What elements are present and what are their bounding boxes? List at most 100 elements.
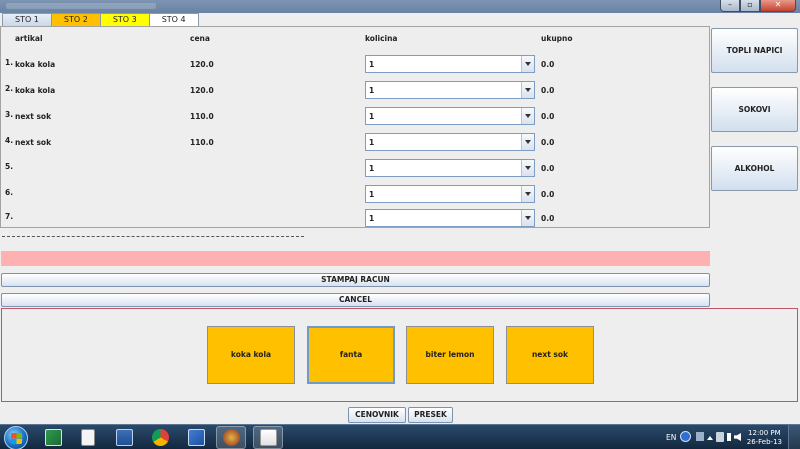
windows-logo-icon	[11, 433, 22, 444]
status-bar	[1, 251, 710, 266]
table-row: 4. next sok 110.0 1 0.0	[1, 131, 709, 151]
taskbar-java-app[interactable]	[253, 426, 283, 449]
chevron-down-icon[interactable]	[521, 160, 534, 176]
row-item: next sok	[15, 112, 52, 121]
header-total: ukupno	[541, 34, 573, 43]
excel-icon	[44, 429, 62, 446]
header-quantity: kolicina	[365, 34, 398, 43]
chevron-down-icon[interactable]	[521, 210, 534, 226]
language-indicator[interactable]: EN	[666, 433, 676, 449]
category-alcohol-button[interactable]: ALKOHOL	[711, 146, 798, 191]
products-panel: koka kola fanta biter lemon next sok	[1, 308, 798, 402]
row-number: 1.	[5, 58, 14, 67]
help-icon[interactable]	[680, 431, 691, 442]
table-row: 6. 1 0.0	[1, 183, 709, 203]
taskbar-word[interactable]	[181, 426, 211, 449]
row-number: 2.	[5, 84, 14, 93]
maximize-button[interactable]: ▫	[740, 0, 760, 12]
table-row: 3. next sok 110.0 1 0.0	[1, 105, 709, 125]
row-total: 0.0	[541, 214, 555, 223]
taskbar-file-viewer[interactable]	[73, 426, 103, 449]
quantity-dropdown[interactable]: 1	[365, 209, 535, 227]
chevron-down-icon[interactable]	[521, 134, 534, 150]
header-item: artikal	[15, 34, 43, 43]
row-item: next sok	[15, 138, 52, 147]
window-title-bar: – ▫ ✕	[0, 0, 800, 13]
chevron-down-icon[interactable]	[521, 108, 534, 124]
category-juices-button[interactable]: SOKOVI	[711, 87, 798, 132]
chevron-up-icon[interactable]	[707, 436, 713, 440]
row-total: 0.0	[541, 138, 555, 147]
print-receipt-button[interactable]: STAMPAJ RACUN	[1, 273, 710, 287]
price-list-button[interactable]: CENOVNIK	[348, 407, 406, 423]
row-price: 120.0	[190, 60, 214, 69]
chrome-icon	[151, 429, 169, 446]
tab-sto-4[interactable]: STO 4	[148, 13, 199, 26]
quantity-dropdown[interactable]: 1	[365, 159, 535, 177]
row-total: 0.0	[541, 112, 555, 121]
product-biter-lemon-button[interactable]: biter lemon	[406, 326, 494, 384]
quantity-dropdown[interactable]: 1	[365, 107, 535, 125]
row-total: 0.0	[541, 60, 555, 69]
taskbar-excel[interactable]	[38, 426, 68, 449]
row-price: 110.0	[190, 138, 214, 147]
floppy-disk-icon	[115, 429, 133, 446]
quantity-value: 1	[369, 214, 375, 223]
row-number: 6.	[5, 188, 14, 197]
cut-report-button[interactable]: PRESEK	[408, 407, 453, 423]
keyboard-icon[interactable]	[696, 432, 704, 441]
clock-date: 26-Feb-13	[746, 438, 782, 446]
start-button[interactable]	[4, 426, 28, 449]
cancel-button[interactable]: CANCEL	[1, 293, 710, 307]
show-desktop-button[interactable]	[788, 425, 800, 449]
product-next-sok-button[interactable]: next sok	[506, 326, 594, 384]
chevron-down-icon[interactable]	[521, 82, 534, 98]
java-icon	[259, 429, 277, 446]
flag-icon[interactable]	[716, 432, 724, 442]
row-item: koka kola	[15, 60, 56, 69]
product-fanta-button[interactable]: fanta	[307, 326, 395, 384]
taskbar-save-app[interactable]	[109, 426, 139, 449]
product-koka-kola-button[interactable]: koka kola	[207, 326, 295, 384]
tab-sto-2[interactable]: STO 2	[50, 13, 101, 26]
row-price: 120.0	[190, 86, 214, 95]
row-total: 0.0	[541, 164, 555, 173]
header-price: cena	[190, 34, 210, 43]
table-row: 1. koka kola 120.0 1 0.0	[1, 53, 709, 73]
chevron-down-icon[interactable]	[521, 186, 534, 202]
quantity-value: 1	[369, 60, 375, 69]
minimize-button[interactable]: –	[720, 0, 740, 12]
document-icon	[81, 429, 95, 446]
table-row: 5. 1 0.0	[1, 157, 709, 177]
table-row: 2. koka kola 120.0 1 0.0	[1, 79, 709, 99]
row-price: 110.0	[190, 112, 214, 121]
row-number: 4.	[5, 136, 14, 145]
taskbar-game[interactable]	[216, 426, 246, 449]
quantity-dropdown[interactable]: 1	[365, 185, 535, 203]
row-item: koka kola	[15, 86, 56, 95]
close-button[interactable]: ✕	[760, 0, 796, 12]
network-icon[interactable]	[727, 433, 731, 441]
word-icon	[187, 429, 205, 446]
game-icon	[222, 429, 240, 446]
row-total: 0.0	[541, 190, 555, 199]
order-panel: artikal cena kolicina ukupno 1. koka kol…	[0, 26, 710, 228]
row-number: 5.	[5, 162, 14, 171]
chevron-down-icon[interactable]	[521, 56, 534, 72]
tab-sto-1[interactable]: STO 1	[2, 13, 52, 26]
table-row: 7. 1 0.0	[1, 207, 709, 227]
row-number: 3.	[5, 110, 14, 119]
clock-time: 12:00 PM	[748, 429, 781, 437]
volume-icon[interactable]	[734, 433, 741, 441]
taskbar: EN 12:00 PM 26-Feb-13	[0, 424, 800, 449]
quantity-value: 1	[369, 164, 375, 173]
quantity-dropdown[interactable]: 1	[365, 133, 535, 151]
system-clock[interactable]: 12:00 PM 26-Feb-13	[747, 429, 782, 447]
taskbar-chrome[interactable]	[145, 426, 175, 449]
row-total: 0.0	[541, 86, 555, 95]
quantity-dropdown[interactable]: 1	[365, 81, 535, 99]
quantity-dropdown[interactable]: 1	[365, 55, 535, 73]
tab-sto-3[interactable]: STO 3	[99, 13, 150, 26]
category-hot-drinks-button[interactable]: TOPLI NAPICI	[711, 28, 798, 73]
quantity-value: 1	[369, 86, 375, 95]
